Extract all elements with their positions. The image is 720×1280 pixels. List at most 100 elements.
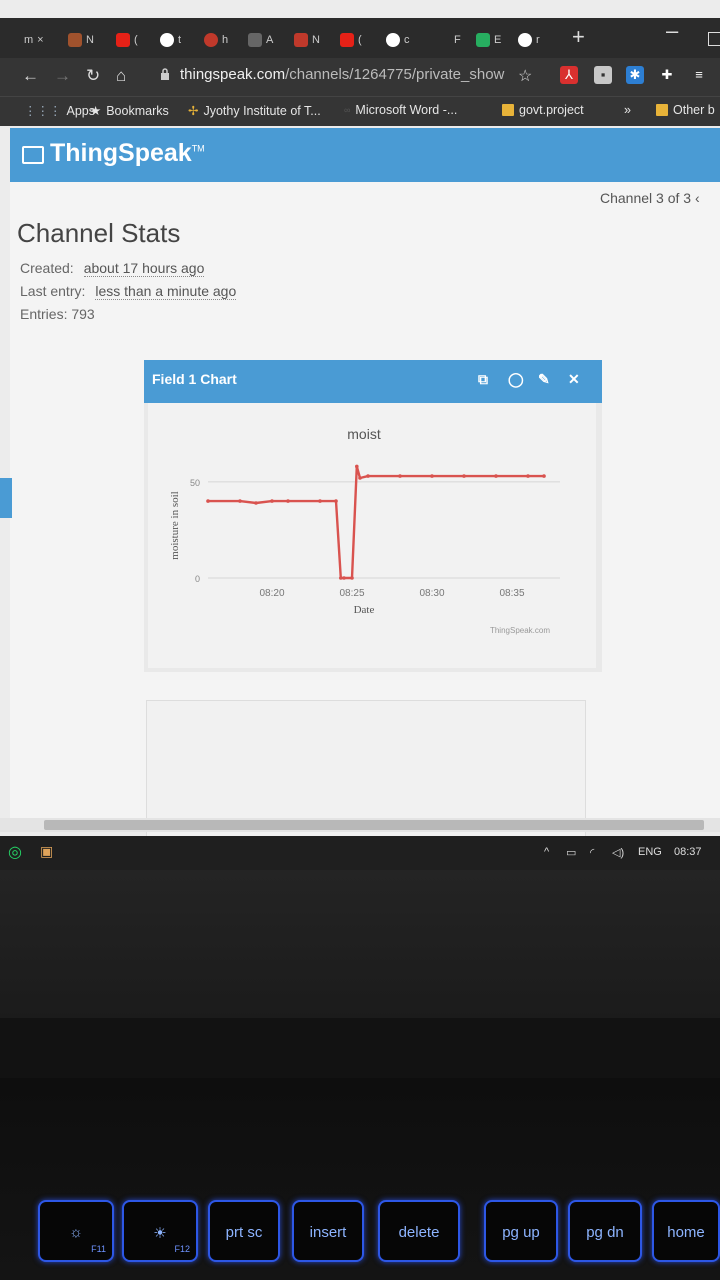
bookmark-other[interactable]: Other b [656,103,715,117]
star-icon[interactable]: ☆ [518,66,532,86]
key-pgdn[interactable]: pg dn [568,1200,642,1262]
y-tick-label: 50 [190,478,200,488]
bookmarks-overflow[interactable]: » [624,103,631,117]
chart-title: moist [347,426,381,442]
data-point [339,576,343,580]
tab-label: E [494,34,502,46]
tab-label: A [266,34,274,46]
site-logo[interactable]: ThingSpeakTM [50,139,205,168]
tab[interactable]: N [68,30,94,50]
forward-icon[interactable]: → [54,66,71,86]
tray-arrow-icon[interactable]: ^ [544,846,549,858]
data-point [430,474,434,478]
data-point [366,474,370,478]
reload-icon[interactable]: ↻ [86,66,100,86]
tab-active[interactable]: m × [24,30,44,50]
data-point [238,499,242,503]
bookmark-bookmarks[interactable]: ★ Bookmarks [90,103,169,119]
address-bar[interactable]: thingspeak.com/channels/1264775/private_… [180,66,504,83]
bookmark-label: Other b [673,103,715,117]
google-icon [518,33,532,47]
horizontal-scrollbar[interactable] [0,818,720,832]
tab[interactable]: ( [116,30,138,50]
line-chart: moist 0 50 08:20 08:25 08:30 08:35 Date moisture… [169,426,560,635]
clock[interactable]: 08:37 [674,846,702,858]
bookmark-jyothy[interactable]: ✢ Jyothy Institute of T... [188,103,321,119]
data-point [286,499,290,503]
laptop-screen: m × N ( t h A N ( c F E r + – ← → ↻ ⌂ th… [0,0,720,870]
tab[interactable]: ( [340,30,362,50]
logo-text: ThingSpeak [50,139,192,167]
tab[interactable]: F [454,30,461,50]
close-icon[interactable]: ✕ [568,371,580,388]
key-insert[interactable]: insert [292,1200,364,1262]
bookmark-apps[interactable]: ⋮⋮⋮ Apps [24,103,95,119]
data-point [542,474,546,478]
tab-label: m [24,34,34,46]
key-sublabel: F11 [91,1244,106,1254]
back-icon[interactable]: ← [22,66,39,86]
language-indicator[interactable]: ENG [638,846,662,858]
infinity-icon [248,33,262,47]
channel-pager[interactable]: Channel 3 of 3 ‹ [600,190,700,206]
volume-icon[interactable]: ◁) [612,846,624,859]
tab-close-icon[interactable]: × [37,34,43,46]
key-label: pg up [502,1224,540,1241]
photo-frame: m × N ( t h A N ( c F E r + – ← → ↻ ⌂ th… [0,0,720,1280]
stat-created: Created: about 17 hours ago [20,260,205,277]
app-icon[interactable]: ▣ [40,843,53,860]
key-f11[interactable]: ☼ F11 [38,1200,114,1262]
battery-icon[interactable]: ▭ [566,846,576,859]
laptop-hinge [0,1018,720,1078]
key-pgup[interactable]: pg up [484,1200,558,1262]
tab[interactable]: E [476,30,501,50]
tab-favicon-icon [476,33,490,47]
data-point [270,499,274,503]
whatsapp-icon[interactable]: ◎ [8,842,22,862]
key-label: pg dn [586,1224,624,1241]
comment-icon[interactable]: ◯ [508,371,524,388]
key-home[interactable]: home [652,1200,720,1262]
data-point [206,499,210,503]
external-link-icon[interactable]: ⧉ [478,371,488,388]
tab[interactable]: t [160,30,181,50]
side-panel-tab[interactable] [0,478,12,518]
tab[interactable]: h [204,30,228,50]
pdf-extension-icon[interactable]: ⅄ [560,66,578,84]
key-f12[interactable]: ☀ F12 [122,1200,198,1262]
minimize-button[interactable]: – [666,18,678,44]
scrollbar-thumb[interactable] [44,820,704,830]
key-prtsc[interactable]: prt sc [208,1200,280,1262]
tab[interactable]: c [386,30,410,50]
stat-value: less than a minute ago [95,283,237,300]
data-point [350,576,354,580]
home-icon[interactable]: ⌂ [116,66,126,86]
chevron-right-icon: » [624,103,631,117]
playlist-icon[interactable]: ≡ [690,66,708,84]
key-delete[interactable]: delete [378,1200,460,1262]
new-tab-button[interactable]: + [572,24,585,50]
tab-label: F [454,34,461,46]
pocket-extension-icon[interactable]: ▪ [594,66,612,84]
data-point [462,474,466,478]
pencil-icon[interactable]: ✎ [538,371,550,388]
tab[interactable]: N [294,30,320,50]
maximize-button[interactable] [708,32,720,46]
data-point [334,499,338,503]
tab[interactable]: A [248,30,273,50]
field-chart-widget: Field 1 Chart ⧉ ◯ ✎ ✕ moist 0 50 08:20 08:25… [144,360,602,672]
folder-icon [656,104,668,116]
bookmark-govt[interactable]: govt.project [502,103,584,117]
google-icon [160,33,174,47]
extensions-puzzle-icon[interactable]: ✚ [658,66,676,84]
chat-logo-icon [22,146,44,164]
tab[interactable]: r [518,30,540,50]
key-label: ☼ [69,1224,83,1241]
snowflake-extension-icon[interactable]: ✱ [626,66,644,84]
institute-icon: ✢ [188,104,199,118]
wifi-icon[interactable]: ◜ [590,846,594,859]
data-point [355,464,359,469]
tab-label: N [86,34,94,46]
data-point [358,476,362,480]
bookmark-word[interactable]: ∞ Microsoft Word -... [344,103,457,117]
